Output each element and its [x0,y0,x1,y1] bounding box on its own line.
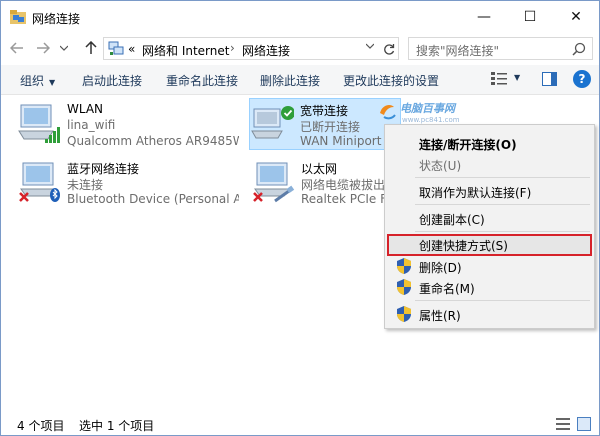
delete-connection-command[interactable]: 删除此连接 [260,72,320,89]
item-count: 4 个项目 [17,419,65,433]
command-bar: 组织 ▼ 启动此连接 重命名此连接 删除此连接 更改此连接的设置 ▼ ? [1,65,599,95]
connection-device: Qualcomm Atheros AR9485W... [67,134,239,148]
bluetooth-adapter-icon [19,162,60,202]
menu-rename[interactable]: 重命名(M) [387,277,592,297]
connection-item-wlan[interactable]: WLAN lina_wifi Qualcomm Atheros AR9485W.… [17,99,239,151]
uac-shield-icon [397,306,411,322]
arrow-left-icon [10,42,23,54]
address-history-dropdown[interactable] [365,42,375,52]
address-bar[interactable]: « 网络和 Internet › 网络连接 [103,37,399,60]
connection-status: 未连接 [67,178,104,192]
menu-unset-default[interactable]: 取消作为默认连接(F) [387,181,592,201]
preview-pane-icon[interactable] [542,72,557,86]
connection-status: 网络电缆被拔出 [301,178,386,192]
menu-separator [415,231,590,232]
breadcrumb-network-internet[interactable]: 网络和 Internet [142,42,229,59]
organize-menu[interactable]: 组织 ▼ [20,72,55,89]
close-button[interactable]: ✕ [553,1,599,32]
site-watermark-logo: 电脑百事网 www.pc841.com [380,102,460,124]
minimize-button[interactable]: — [461,1,507,32]
menu-create-copy[interactable]: 创建副本(C) [387,208,592,228]
maximize-button[interactable]: ☐ [507,1,553,32]
uac-shield-icon [397,258,411,274]
up-button[interactable] [81,38,101,58]
connection-status: 已断开连接 [300,120,361,134]
menu-properties[interactable]: 属性(R) [387,304,592,324]
window-title: 网络连接 [32,12,81,26]
arrow-up-icon [85,41,97,54]
breadcrumb-separator[interactable]: › [230,41,235,55]
breadcrumb-overflow[interactable]: « [128,42,135,56]
connection-name: WLAN [67,102,104,116]
connection-status: lina_wifi [67,118,116,132]
ethernet-adapter-icon [253,162,295,203]
view-options-dropdown[interactable]: ▼ [514,73,520,82]
broadband-connection-icon [251,106,294,139]
menu-separator [415,300,590,301]
chevron-down-icon: ▼ [49,78,56,87]
svg-text:www.pc841.com: www.pc841.com [402,116,460,124]
wifi-adapter-icon [18,104,60,143]
tiles-view-icon[interactable] [577,417,591,431]
refresh-icon [384,43,395,55]
menu-separator [415,177,590,178]
search-icon[interactable] [572,42,586,56]
connection-item-ethernet[interactable]: 以太网 网络电缆被拔出 Realtek PCIe FE [251,157,386,209]
chevron-down-icon [60,45,68,51]
details-view-icon[interactable] [556,418,570,430]
back-button[interactable] [7,38,27,58]
search-placeholder[interactable]: 搜索"网络连接" [416,42,499,59]
status-bar: 4 个项目 选中 1 个项目 [1,413,599,435]
arrow-right-icon [37,42,50,54]
rename-connection-command[interactable]: 重命名此连接 [166,72,238,89]
network-connections-window: 网络连接 — ☐ ✕ « 网络和 Internet › 网络连接 搜索"网络连接… [0,0,600,436]
title-bar: 网络连接 — ☐ ✕ [1,1,599,33]
help-icon[interactable]: ? [573,70,591,88]
connection-name: 蓝牙网络连接 [67,162,140,176]
address-row: « 网络和 Internet › 网络连接 搜索"网络连接" [1,33,599,63]
connection-device: Bluetooth Device (Personal Ar... [67,192,239,206]
connection-item-bluetooth[interactable]: 蓝牙网络连接 未连接 Bluetooth Device (Personal Ar… [17,157,239,209]
chevron-down-icon [365,43,375,49]
breadcrumb-network-connections[interactable]: 网络连接 [242,42,290,59]
network-folder-icon [10,10,26,24]
connection-name: 宽带连接 [300,104,349,118]
start-connection-command[interactable]: 启动此连接 [82,72,142,89]
network-connections-icon [108,41,124,55]
context-menu: 连接/断开连接(O) 状态(U) 取消作为默认连接(F) 创建副本(C) 创建快… [384,124,595,329]
connection-device: Realtek PCIe FE [301,192,386,206]
view-options-icon[interactable] [491,72,507,86]
menu-create-shortcut[interactable]: 创建快捷方式(S) [387,234,592,256]
recent-locations-button[interactable] [57,38,71,58]
change-settings-command[interactable]: 更改此连接的设置 [343,72,439,89]
svg-text:电脑百事网: 电脑百事网 [400,102,457,115]
uac-shield-icon [397,279,411,295]
menu-status[interactable]: 状态(U) [387,154,592,174]
forward-button[interactable] [33,38,53,58]
menu-separator [415,204,590,205]
menu-delete[interactable]: 删除(D) [387,256,592,276]
selected-count: 选中 1 个项目 [79,419,155,433]
connection-name: 以太网 [301,162,338,176]
search-box[interactable]: 搜索"网络连接" [408,37,593,60]
menu-connect-disconnect[interactable]: 连接/断开连接(O) [387,133,592,153]
refresh-button[interactable] [380,39,398,58]
